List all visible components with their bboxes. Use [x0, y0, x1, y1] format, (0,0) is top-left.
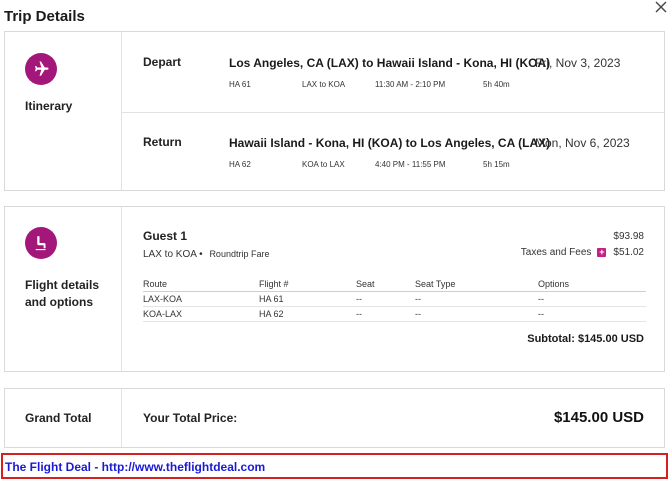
flight-details-label-line2: and options — [25, 295, 93, 309]
col-options: Options — [538, 277, 646, 292]
table-row: KOA-LAX HA 62 -- -- -- — [143, 306, 646, 322]
cell-options: -- — [538, 291, 646, 307]
subtotal: Subtotal: $145.00 USD — [527, 333, 644, 345]
close-icon[interactable] — [654, 0, 668, 14]
return-time: 4:40 PM - 11:55 PM — [375, 160, 446, 169]
guest-price: $93.98 — [613, 231, 644, 242]
expand-taxes-icon[interactable]: + — [597, 248, 607, 257]
flight-options-table: Route Flight # Seat Seat Type Options LA… — [143, 277, 646, 322]
cell-route: KOA-LAX — [143, 306, 259, 322]
close-button[interactable] — [654, 0, 670, 16]
guest-route-text: LAX to KOA — [143, 249, 197, 260]
depart-date: Fri, Nov 3, 2023 — [535, 56, 621, 70]
depart-label: Depart — [143, 55, 182, 69]
table-row: LAX-KOA HA 61 -- -- -- — [143, 291, 646, 307]
total-amount: $145.00 USD — [553, 409, 644, 426]
col-seat-type: Seat Type — [415, 277, 538, 292]
fare-type: Roundtrip Fare — [209, 249, 270, 259]
cell-seat-type: -- — [415, 291, 538, 307]
return-date: Mon, Nov 6, 2023 — [535, 136, 630, 150]
cell-flight: HA 61 — [259, 291, 356, 307]
grand-total-card: Grand Total Your Total Price: $145.00 US… — [4, 388, 665, 448]
page-title: Trip Details — [4, 8, 85, 25]
col-route: Route — [143, 277, 259, 292]
flight-details-label: Flight details and options — [25, 277, 99, 311]
grand-total-label: Grand Total — [25, 411, 92, 425]
depart-duration: 5h 40m — [483, 80, 510, 89]
col-flight: Flight # — [259, 277, 356, 292]
taxes-label: Taxes and Fees — [520, 247, 592, 258]
itinerary-left-column: Itinerary — [5, 32, 122, 190]
bullet: • — [199, 249, 206, 260]
guest-name: Guest 1 — [143, 229, 188, 243]
depart-flight-number: HA 61 — [229, 80, 251, 89]
depart-leg: LAX to KOA — [302, 80, 346, 89]
your-total-label: Your Total Price: — [143, 411, 238, 425]
cell-seat: -- — [356, 291, 415, 307]
cell-options: -- — [538, 306, 646, 322]
guest-route: LAX to KOA • Roundtrip Fare — [143, 249, 269, 260]
flight-details-label-line1: Flight details — [25, 278, 100, 292]
itinerary-card: Itinerary Depart Los Angeles, CA (LAX) t… — [4, 31, 665, 191]
return-label: Return — [143, 135, 182, 149]
airplane-icon — [25, 53, 57, 85]
grand-left-column: Grand Total — [5, 389, 122, 447]
itinerary-label: Itinerary — [25, 99, 73, 113]
seat-icon — [25, 227, 57, 259]
promo-banner: The Flight Deal - http://www.theflightde… — [1, 453, 668, 479]
return-route: Hawaii Island - Kona, HI (KOA) to Los An… — [229, 136, 551, 150]
taxes-and-fees: Taxes and Fees + $51.02 — [521, 247, 644, 258]
flight-details-card: Flight details and options Guest 1 $93.9… — [4, 206, 665, 372]
col-seat: Seat — [356, 277, 415, 292]
cell-flight: HA 62 — [259, 306, 356, 322]
cell-seat: -- — [356, 306, 415, 322]
depart-time: 11:30 AM - 2:10 PM — [375, 80, 446, 89]
return-leg: KOA to LAX — [302, 160, 345, 169]
depart-route: Los Angeles, CA (LAX) to Hawaii Island -… — [229, 56, 551, 70]
segment-divider — [122, 112, 664, 113]
cell-seat-type: -- — [415, 306, 538, 322]
return-flight-number: HA 62 — [229, 160, 251, 169]
taxes-amount: $51.02 — [613, 247, 644, 258]
details-left-column: Flight details and options — [5, 207, 122, 371]
banner-link[interactable]: The Flight Deal - http://www.theflightde… — [5, 460, 265, 474]
cell-route: LAX-KOA — [143, 291, 259, 307]
return-duration: 5h 15m — [483, 160, 510, 169]
table-header-row: Route Flight # Seat Seat Type Options — [143, 277, 646, 292]
